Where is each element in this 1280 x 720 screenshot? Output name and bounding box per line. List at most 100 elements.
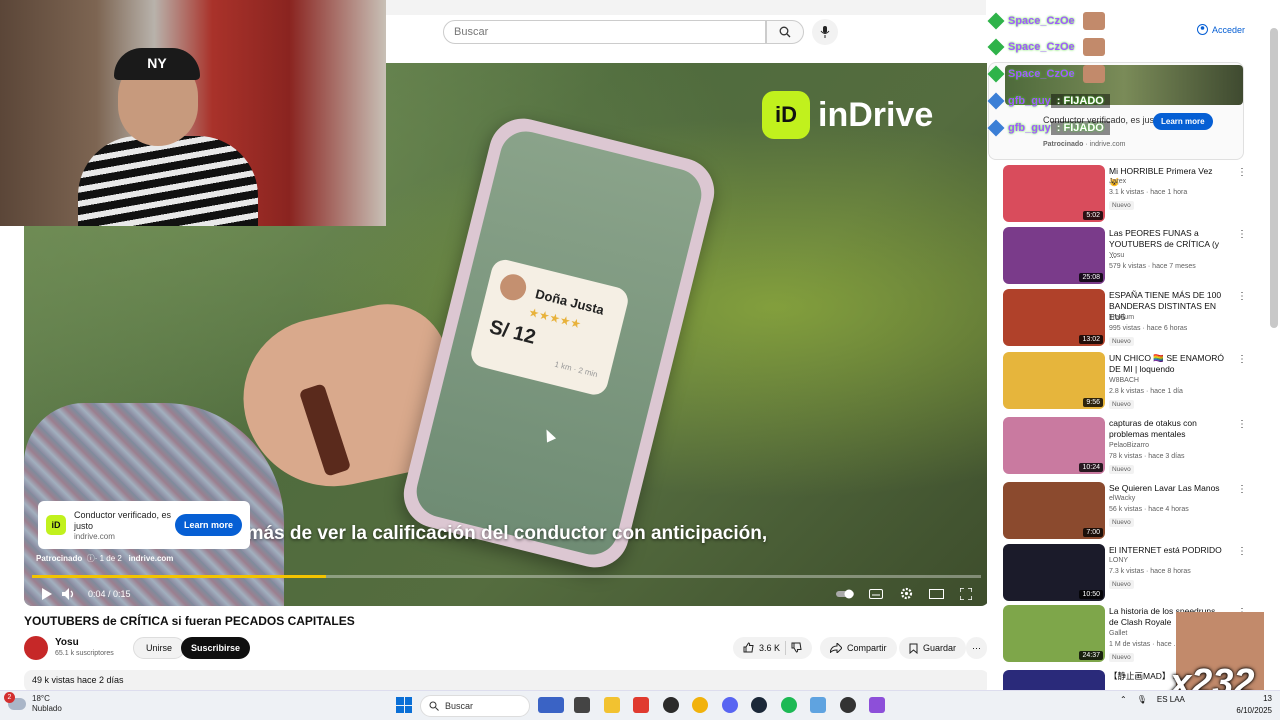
steam-icon[interactable] [751,697,767,713]
chat-line: Space_CzOe [987,36,1244,58]
more-actions-button[interactable]: ⋯ [966,637,987,659]
progress-bar[interactable] [32,575,981,578]
browser-strip [386,0,986,15]
subscribe-button[interactable]: Suscribirse [181,637,251,659]
info-icon[interactable]: ⓘ [87,554,95,563]
video-channel[interactable]: LONY [1109,557,1128,564]
app-purple-icon[interactable] [869,697,885,713]
video-thumbnail[interactable]: 10:50 [1003,544,1105,601]
gear-icon [900,587,912,600]
join-button[interactable]: Unirse [133,637,186,659]
more-vertical-icon[interactable]: ⋮ [1237,229,1247,240]
more-vertical-icon[interactable]: ⋮ [1237,354,1247,365]
divider [785,641,787,655]
search-icon [429,701,439,711]
ad-sponsored-line: Patrocinado ⓘ· 1 de 2 indrive.com [36,554,174,563]
task-view-icon[interactable] [574,697,590,713]
share-icon [830,643,842,653]
obs-icon[interactable] [663,697,679,713]
windows-icon [396,697,404,705]
video-thumbnail[interactable]: 7:00 [1003,482,1105,539]
sidebar-scrollbar[interactable] [1270,28,1278,328]
video-title[interactable]: Se Quieren Lavar Las Manos [1109,483,1225,494]
video-channel[interactable]: Gallet [1109,630,1127,637]
video-thumbnail[interactable]: 9:56 [1003,352,1105,409]
recommended-video[interactable]: 5:02 Mi HORRIBLE Primera Vez 😺 Jarex 3.1 k … [1003,165,1253,223]
weather-widget[interactable]: 2 18°C Nublado [4,692,62,714]
recommended-video[interactable]: 25:08 Las PEORES FUNAS a YOUTUBERS de CRÍ… [1003,227,1253,285]
chat-line: gfb_guy : FIJADO [987,90,1244,112]
video-thumbnail[interactable]: 13:02 [1003,289,1105,346]
theater-button[interactable] [925,583,947,605]
share-button[interactable]: Compartir [820,637,897,659]
subtitles-icon [869,588,883,599]
autoplay-toggle[interactable] [835,583,857,605]
video-thumbnail[interactable]: 24:37 [1003,605,1105,662]
more-vertical-icon[interactable]: ⋮ [1237,291,1247,302]
more-vertical-icon[interactable]: ⋮ [1237,546,1247,557]
channel-name[interactable]: Yosu [55,637,79,648]
search-button[interactable] [766,20,804,44]
app-dark-icon[interactable] [840,697,856,713]
mic-icon[interactable]: 🎙 [1137,695,1147,704]
channel-avatar[interactable] [24,636,48,660]
video-meta: 56 k vistas · hace 4 horas [1109,506,1189,513]
taskbar-search[interactable]: Buscar [420,695,530,717]
play-button[interactable] [36,583,58,605]
cloud-icon: 2 [4,692,26,710]
chrome-icon[interactable] [692,697,708,713]
new-badge: Nuevo [1109,653,1134,662]
dislike-button[interactable] [791,642,802,655]
search-input[interactable]: Buscar [443,20,766,44]
learn-more-button[interactable]: Learn more [174,514,242,536]
voice-search-button[interactable] [812,19,838,45]
game-app-icon[interactable] [538,697,564,713]
video-channel[interactable]: Jarex [1109,178,1126,185]
theater-mode-icon [928,588,944,599]
video-channel[interactable]: Traxium [1109,314,1134,321]
settings-button[interactable] [895,583,917,605]
chevron-up-icon[interactable]: ⌃ [1120,695,1127,704]
video-title[interactable]: capturas de otakus con problemas mentale… [1109,418,1225,440]
recommended-video[interactable]: 10:50 El INTERNET está PODRIDO LONY 7.3 k v… [1003,544,1253,602]
video-thumbnail[interactable]: 10:24 [1003,417,1105,474]
more-vertical-icon[interactable]: ⋮ [1237,167,1247,178]
video-thumbnail[interactable]: 5:02 [1003,165,1105,222]
video-thumbnail[interactable]: 25:08 [1003,227,1105,284]
recommended-video[interactable]: 13:02 ESPAÑA TIENE MÁS DE 100 BANDERAS DI… [1003,289,1253,347]
ad-overlay-card[interactable]: iD Conductor verificado, es justo indriv… [38,501,250,549]
clock-time: 13 [1263,694,1272,703]
video-title[interactable]: Las PEORES FUNAS a YOUTUBERS de CRÍTICA … [1109,228,1225,261]
volume-button[interactable] [58,583,80,605]
ad-sponsored-url[interactable]: indrive.com [129,554,174,563]
recommended-video[interactable]: 10:24 capturas de otakus con problemas me… [1003,417,1253,475]
views-and-date: 49 k vistas hace 2 días [32,675,124,685]
app-red-icon[interactable] [633,697,649,713]
more-vertical-icon[interactable]: ⋮ [1237,419,1247,430]
start-button[interactable] [396,697,412,713]
recommended-video[interactable]: 9:56 UN CHICO 🏳️‍🌈 SE ENAMORÓ DE MI | loq… [1003,352,1253,410]
recommended-video[interactable]: 7:00 Se Quieren Lavar Las Manos elWacky 56 … [1003,482,1253,540]
video-title[interactable]: El INTERNET está PODRIDO [1109,545,1225,556]
language-indicator[interactable]: ES LAA [1157,695,1185,704]
video-channel[interactable]: W8BACH [1109,377,1139,384]
file-explorer-icon[interactable] [604,697,620,713]
streamer-cap: NY [114,48,200,80]
save-button[interactable]: Guardar [899,637,967,659]
notepad-icon[interactable] [810,697,826,713]
spotify-icon[interactable] [781,697,797,713]
description-box[interactable]: 49 k vistas hace 2 días [24,670,989,692]
discord-icon[interactable] [722,697,738,713]
fullscreen-button[interactable] [955,583,977,605]
webcam-overlay: NY [0,0,386,226]
video-title[interactable]: UN CHICO 🏳️‍🌈 SE ENAMORÓ DE MI | loquend… [1109,353,1225,375]
video-duration: 10:24 [1079,463,1103,472]
video-channel[interactable]: Yosu [1109,252,1124,259]
video-channel[interactable]: elWacky [1109,495,1135,502]
clock[interactable]: 13 6/10/2025 [1222,693,1272,717]
video-title[interactable]: Mi HORRIBLE Primera Vez 😺 [1109,166,1225,188]
more-vertical-icon[interactable]: ⋮ [1237,484,1247,495]
video-channel[interactable]: PelaoBizarro [1109,442,1149,449]
subtitles-button[interactable] [865,583,887,605]
like-button[interactable] [743,641,754,655]
